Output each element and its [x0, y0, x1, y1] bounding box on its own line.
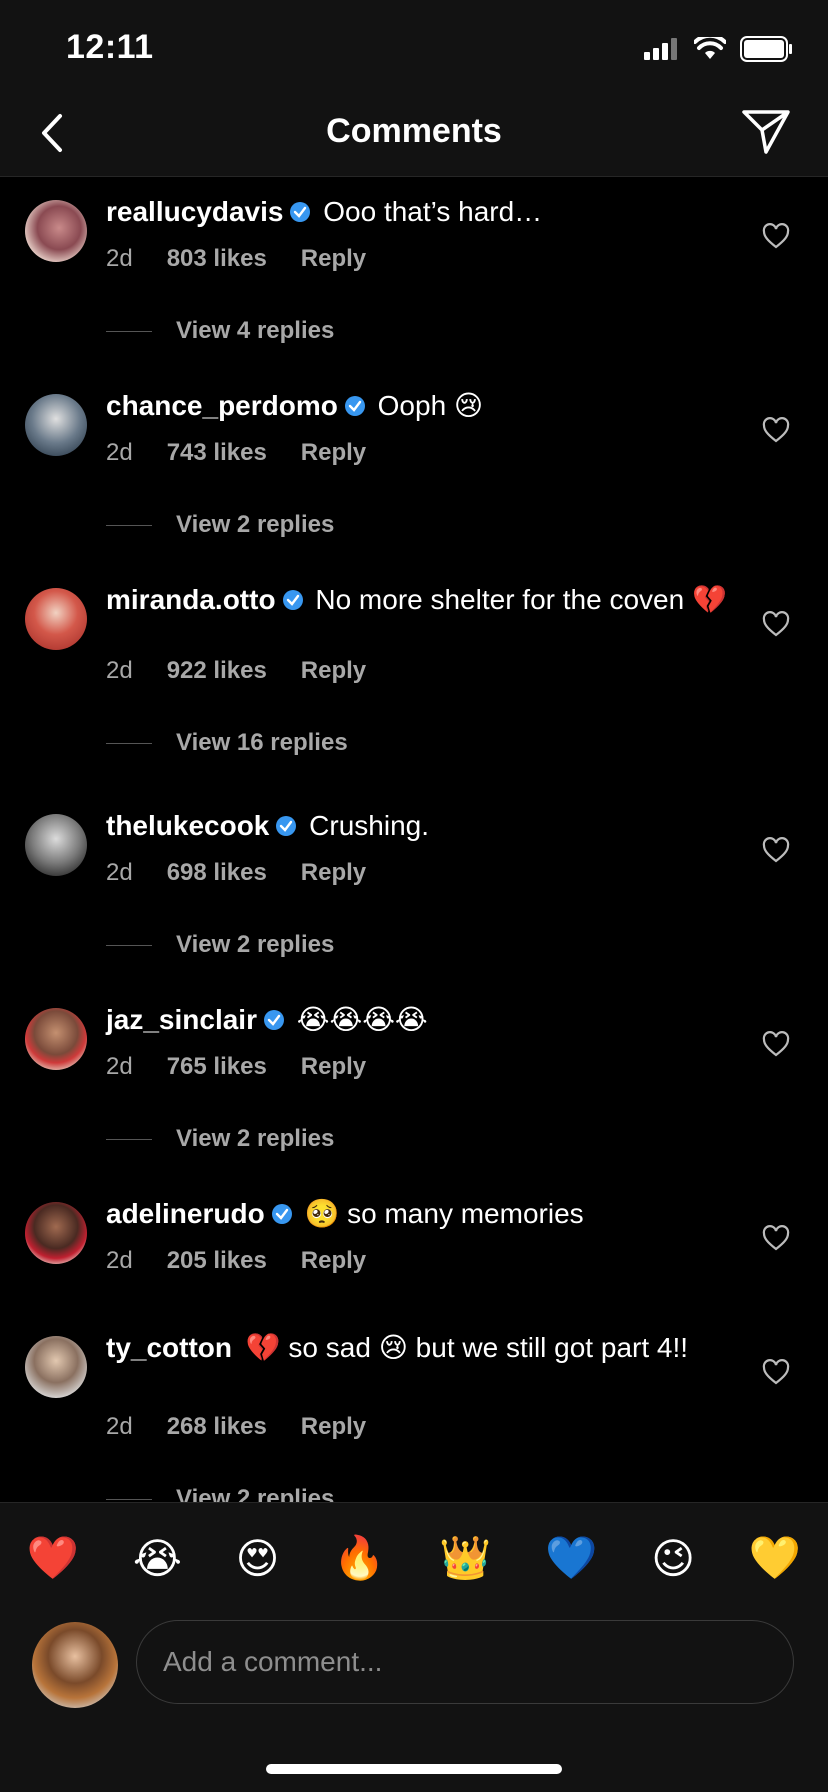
current-user-avatar: [32, 1622, 118, 1708]
comment-input[interactable]: [136, 1620, 794, 1704]
verified-badge-icon: [282, 590, 303, 610]
home-indicator[interactable]: [266, 1764, 562, 1774]
view-replies-button[interactable]: View 2 replies: [106, 1125, 334, 1153]
avatar[interactable]: [25, 1008, 87, 1070]
view-replies-label: View 16 replies: [176, 729, 348, 756]
wifi-icon: [694, 37, 726, 59]
comment-username[interactable]: thelukecook: [106, 810, 269, 841]
emoji-fire-button[interactable]: 🔥: [333, 1534, 385, 1583]
likes-count[interactable]: 765 likes: [167, 1053, 267, 1081]
comment-age: 2d: [106, 1247, 133, 1274]
like-heart-icon[interactable]: [762, 1031, 790, 1057]
reply-button[interactable]: Reply: [301, 657, 366, 685]
replies-divider: [106, 330, 152, 332]
emoji-heart-eyes-button[interactable]: 😍: [236, 1534, 280, 1583]
signal-icon: [644, 38, 677, 60]
header-bar: Comments: [0, 96, 828, 177]
view-replies-button[interactable]: View 2 replies: [106, 931, 334, 959]
avatar[interactable]: [25, 814, 87, 876]
comment-username[interactable]: chance_perdomo: [106, 390, 338, 421]
quick-emoji-bar: ❤️ 😭 😍 🔥 👑 💙 😉 💛: [0, 1502, 828, 1613]
comment-text: Ooo that’s hard…: [323, 196, 543, 227]
comment-text: 😭😭😭😭: [296, 1004, 428, 1035]
reply-button[interactable]: Reply: [301, 1413, 366, 1441]
avatar[interactable]: [25, 1336, 87, 1398]
view-replies-label: View 2 replies: [176, 1125, 335, 1152]
comment-age: 2d: [106, 245, 133, 272]
verified-badge-icon: [271, 1204, 292, 1224]
comment-age: 2d: [106, 859, 133, 886]
comment-text: Ooph 😢: [377, 390, 484, 421]
replies-divider: [106, 1138, 152, 1140]
view-replies-label: View 2 replies: [176, 1485, 335, 1502]
like-heart-icon[interactable]: [762, 611, 790, 637]
like-heart-icon[interactable]: [762, 1359, 790, 1385]
comments-list[interactable]: reallucydavis Ooo that’s hard… 2d 803 li…: [0, 177, 828, 1502]
likes-count[interactable]: 698 likes: [167, 859, 267, 887]
comment-username[interactable]: reallucydavis: [106, 196, 283, 227]
reply-button[interactable]: Reply: [301, 1247, 366, 1275]
likes-count[interactable]: 268 likes: [167, 1413, 267, 1441]
emoji-red-heart-button[interactable]: ❤️: [27, 1534, 79, 1583]
comment-username[interactable]: miranda.otto: [106, 584, 276, 615]
replies-divider: [106, 1498, 152, 1500]
view-replies-label: View 2 replies: [176, 931, 335, 958]
comment-username[interactable]: adelinerudo: [106, 1198, 265, 1229]
comment-text: No more shelter for the coven 💔: [315, 584, 727, 615]
emoji-crying-button[interactable]: 😭: [133, 1534, 182, 1583]
avatar[interactable]: [25, 1202, 87, 1264]
replies-divider: [106, 944, 152, 946]
comment-age: 2d: [106, 657, 133, 684]
emoji-blue-heart-button[interactable]: 💙: [545, 1534, 597, 1583]
reply-button[interactable]: Reply: [301, 245, 366, 273]
status-time: 12:11: [66, 28, 154, 66]
comment-username[interactable]: jaz_sinclair: [106, 1004, 257, 1035]
reply-button[interactable]: Reply: [301, 1053, 366, 1081]
like-heart-icon[interactable]: [762, 223, 790, 249]
comment-age: 2d: [106, 1413, 133, 1440]
like-heart-icon[interactable]: [762, 837, 790, 863]
view-replies-button[interactable]: View 2 replies: [106, 1485, 334, 1502]
verified-badge-icon: [290, 202, 311, 222]
view-replies-button[interactable]: View 16 replies: [106, 729, 348, 757]
comment-age: 2d: [106, 1053, 133, 1080]
emoji-wink-button[interactable]: 😉: [651, 1534, 695, 1583]
comment-text: 💔 so sad 😢 but we still got part 4!!: [245, 1332, 689, 1363]
comment-age: 2d: [106, 439, 133, 466]
view-replies-label: View 4 replies: [176, 317, 335, 344]
avatar[interactable]: [25, 394, 87, 456]
view-replies-button[interactable]: View 2 replies: [106, 511, 334, 539]
view-replies-label: View 2 replies: [176, 511, 335, 538]
emoji-yellow-heart-button[interactable]: 💛: [749, 1534, 801, 1583]
likes-count[interactable]: 743 likes: [167, 439, 267, 467]
comment-text: 🥺 so many memories: [304, 1198, 584, 1229]
status-bar: 12:11: [0, 0, 828, 96]
battery-icon: [740, 36, 792, 62]
comment-text: Crushing.: [309, 810, 430, 841]
comment-username[interactable]: ty_cotton: [106, 1332, 232, 1363]
replies-divider: [106, 524, 152, 526]
avatar[interactable]: [25, 200, 87, 262]
status-icons: [644, 36, 794, 62]
page-title: Comments: [326, 112, 502, 150]
verified-badge-icon: [263, 1010, 284, 1030]
likes-count[interactable]: 205 likes: [167, 1247, 267, 1275]
comment-composer: [0, 1612, 828, 1792]
verified-badge-icon: [344, 396, 365, 416]
verified-badge-icon: [276, 816, 297, 836]
likes-count[interactable]: 922 likes: [167, 657, 267, 685]
avatar[interactable]: [25, 588, 87, 650]
emoji-crown-button[interactable]: 👑: [439, 1534, 491, 1583]
view-replies-button[interactable]: View 4 replies: [106, 317, 334, 345]
likes-count[interactable]: 803 likes: [167, 245, 267, 273]
send-icon[interactable]: [740, 106, 792, 158]
reply-button[interactable]: Reply: [301, 859, 366, 887]
replies-divider: [106, 742, 152, 744]
like-heart-icon[interactable]: [762, 417, 790, 443]
like-heart-icon[interactable]: [762, 1225, 790, 1251]
reply-button[interactable]: Reply: [301, 439, 366, 467]
